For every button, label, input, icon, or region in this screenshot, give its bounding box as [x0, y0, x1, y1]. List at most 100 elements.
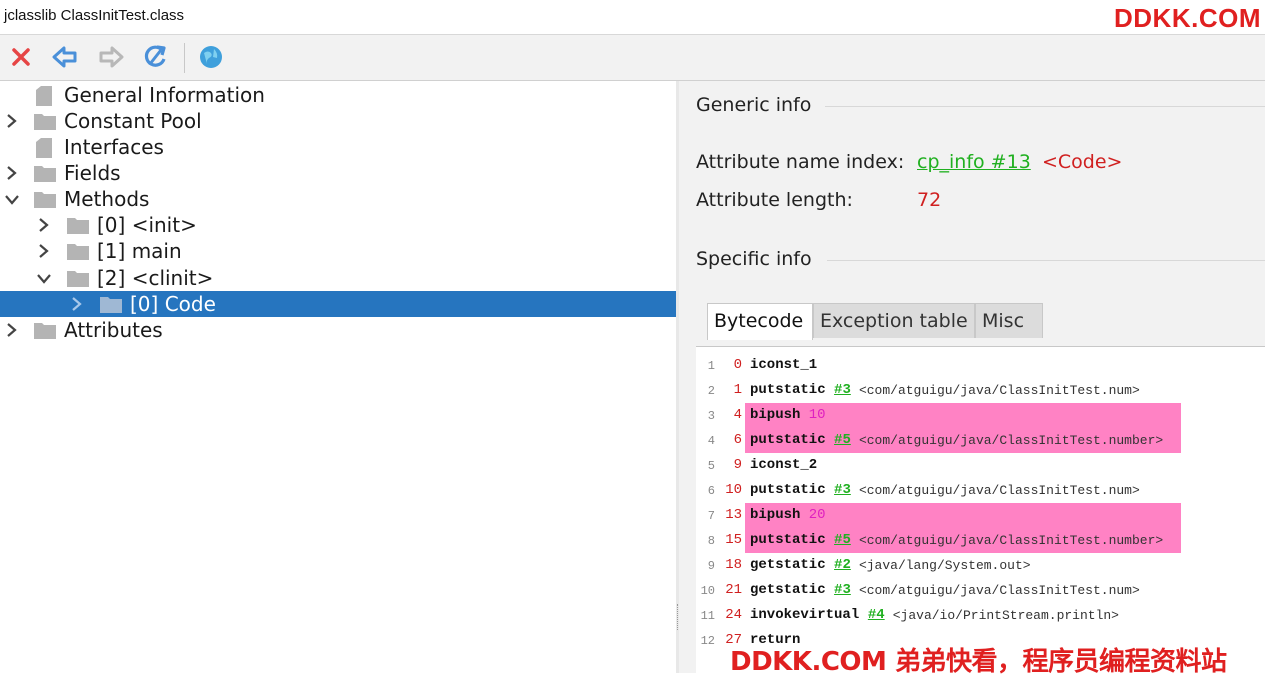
tree-item-attributes[interactable]: Attributes: [0, 317, 676, 343]
bytecode-line: 6 10 putstatic #3 <com/atguigu/java/ClassIni…: [696, 478, 1265, 503]
line-number: 1: [707, 359, 715, 373]
constant-pool-ref-link[interactable]: #5: [834, 532, 851, 548]
tree-item-label: Constant Pool: [64, 109, 202, 133]
forward-arrow-icon: [99, 46, 124, 68]
opcode: putstatic: [750, 432, 826, 448]
web-button[interactable]: [196, 42, 226, 72]
operand-value: 20: [808, 507, 826, 523]
line-number: 8: [707, 534, 715, 548]
specific-info-heading: Specific info: [696, 248, 812, 270]
globe-icon: [200, 46, 222, 68]
constant-pool-ref-link[interactable]: #5: [834, 432, 851, 448]
chevron-right-icon[interactable]: [69, 295, 85, 313]
tree-item-method-init[interactable]: [0] <init>: [0, 212, 676, 238]
reload-button[interactable]: [141, 42, 171, 72]
tree-item-label: Methods: [64, 187, 150, 211]
chevron-down-icon[interactable]: [36, 269, 52, 287]
opcode: getstatic: [750, 582, 826, 598]
folder-icon: [67, 218, 89, 234]
attribute-length-label: Attribute length:: [696, 189, 853, 211]
tree-item-label: General Information: [64, 83, 265, 107]
bytecode-offset: 6: [733, 432, 742, 448]
line-number: 9: [707, 559, 715, 573]
bytecode-offset: 4: [733, 407, 742, 423]
line-number: 5: [707, 459, 715, 473]
bytecode-offset: 0: [733, 357, 742, 373]
bytecode-offset: 15: [725, 532, 742, 548]
reload-icon: [144, 45, 166, 67]
chevron-right-icon[interactable]: [36, 216, 52, 234]
close-button[interactable]: [6, 42, 36, 72]
line-number: 10: [700, 584, 715, 598]
folder-icon: [67, 271, 89, 287]
bytecode-line: 8 15 putstatic #5 <com/atguigu/java/ClassIni…: [696, 528, 1265, 553]
folder-icon: [67, 244, 89, 260]
opcode: getstatic: [750, 557, 826, 573]
tab-bytecode[interactable]: Bytecode: [707, 303, 813, 340]
bytecode-offset: 24: [725, 607, 742, 623]
tab-exception-table[interactable]: Exception table: [813, 303, 975, 338]
bytecode-view[interactable]: 1 0 iconst_1 2 1 putstatic #3 <com/atguigu/java…: [696, 346, 1265, 674]
bytecode-offset: 13: [725, 507, 742, 523]
opcode: bipush: [750, 507, 801, 523]
tree-item-label: [0] <init>: [97, 213, 197, 237]
section-divider: [827, 260, 1265, 261]
opcode: iconst_2: [750, 457, 818, 473]
tab-misc[interactable]: Misc: [975, 303, 1043, 338]
bytecode-line: 11 24 invokevirtual #4 <java/io/PrintStream.…: [696, 603, 1265, 628]
chevron-right-icon[interactable]: [36, 242, 52, 260]
tree-item-label: Fields: [64, 161, 121, 185]
folder-icon: [34, 192, 56, 208]
bytecode-line: 5 9 iconst_2: [696, 453, 1265, 478]
attribute-length-value: 72: [917, 189, 942, 211]
tree-item-constant-pool[interactable]: Constant Pool: [0, 108, 676, 134]
chevron-right-icon[interactable]: [4, 321, 20, 339]
operand-value: 10: [808, 407, 826, 423]
section-divider: [825, 106, 1265, 107]
constant-pool-ref-link[interactable]: #2: [834, 557, 851, 573]
detail-panel: Generic info Attribute name index: cp_in…: [679, 81, 1265, 674]
tree-item-general-information[interactable]: General Information: [0, 82, 676, 108]
chevron-down-icon[interactable]: [4, 190, 20, 208]
tree-item-code-selected[interactable]: [0] Code: [0, 291, 676, 317]
line-number: 6: [707, 484, 715, 498]
opcode: invokevirtual: [750, 607, 860, 623]
symbolic-reference: <com/atguigu/java/ClassInitTest.num>: [858, 483, 1140, 498]
bytecode-line: 1 0 iconst_1: [696, 353, 1265, 378]
cp-info-link[interactable]: cp_info #13: [917, 151, 1031, 173]
forward-button[interactable]: [96, 42, 126, 72]
folder-icon: [34, 323, 56, 339]
chevron-right-icon[interactable]: [4, 164, 20, 182]
tree-item-label: Interfaces: [64, 135, 164, 159]
constant-pool-ref-link[interactable]: #4: [868, 607, 885, 623]
file-icon: [36, 138, 52, 158]
opcode: iconst_1: [750, 357, 818, 373]
attribute-name-value: <Code>: [1042, 151, 1123, 173]
chevron-right-icon[interactable]: [4, 112, 20, 130]
constant-pool-ref-link[interactable]: #3: [834, 482, 851, 498]
bytecode-line: 4 6 putstatic #5 <com/atguigu/java/ClassInit…: [696, 428, 1265, 453]
tree-item-methods[interactable]: Methods: [0, 186, 676, 212]
file-icon: [36, 86, 52, 106]
bytecode-line: 2 1 putstatic #3 <com/atguigu/java/ClassInit…: [696, 378, 1265, 403]
bytecode-line: 7 13 bipush 20: [696, 503, 1265, 528]
folder-icon: [34, 166, 56, 182]
constant-pool-ref-link[interactable]: #3: [834, 382, 851, 398]
bytecode-offset: 10: [725, 482, 742, 498]
tree-item-method-clinit[interactable]: [2] <clinit>: [0, 265, 676, 291]
tree-item-label: [2] <clinit>: [97, 266, 214, 290]
tree-item-fields[interactable]: Fields: [0, 160, 676, 186]
opcode: bipush: [750, 407, 801, 423]
opcode: putstatic: [750, 382, 826, 398]
symbolic-reference: <com/atguigu/java/ClassInitTest.num>: [858, 583, 1140, 598]
watermark-top: DDKK.COM: [1114, 3, 1261, 33]
line-number: 4: [707, 434, 715, 448]
tree-item-method-main[interactable]: [1] main: [0, 238, 676, 264]
tree-item-interfaces[interactable]: Interfaces: [0, 134, 676, 160]
close-icon: [12, 48, 30, 66]
tree-item-label: Attributes: [64, 318, 163, 342]
window-title: jclasslib ClassInitTest.class: [4, 7, 185, 24]
constant-pool-ref-link[interactable]: #3: [834, 582, 851, 598]
back-button[interactable]: [50, 42, 80, 72]
folder-icon: [100, 297, 122, 313]
